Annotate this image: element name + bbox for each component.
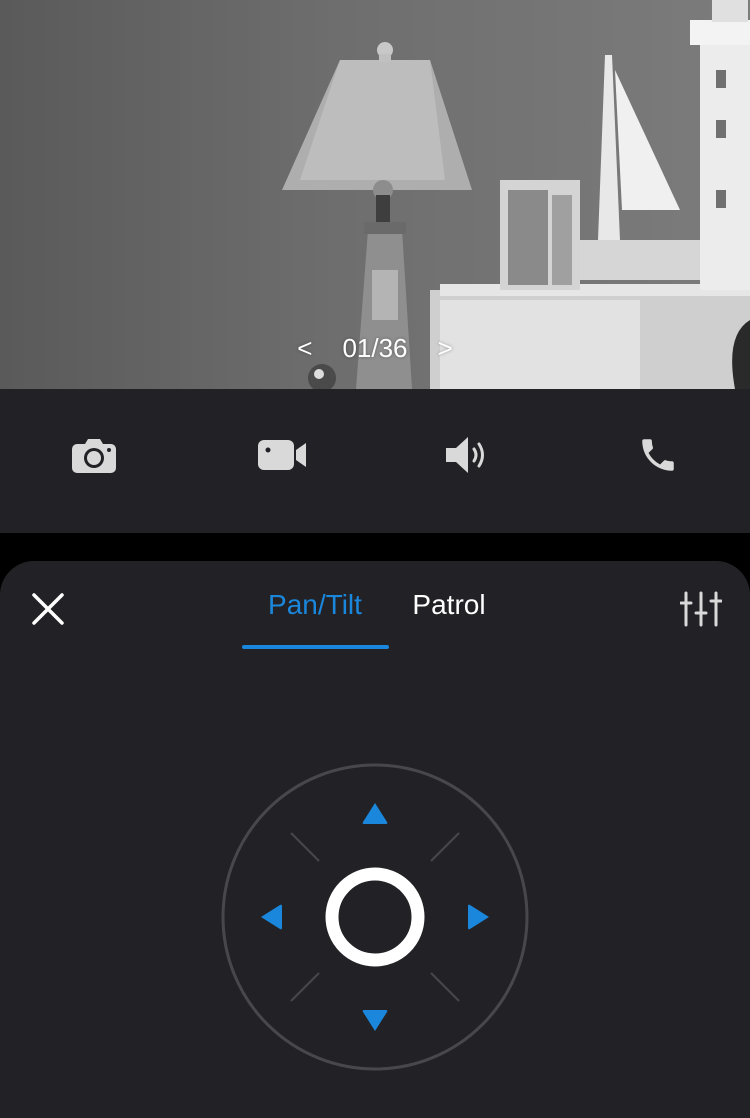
pan-up-button[interactable]: [362, 803, 388, 824]
tab-patrol[interactable]: Patrol: [400, 585, 498, 625]
settings-button[interactable]: [679, 589, 726, 629]
pan-right-button[interactable]: [468, 904, 489, 930]
audio-button[interactable]: [438, 425, 498, 485]
arrow-up-icon: [362, 803, 388, 824]
active-tab-indicator: [242, 645, 389, 649]
divider-line: [430, 972, 460, 1002]
sliders-icon: [679, 591, 723, 627]
joystick-center-button[interactable]: [325, 867, 425, 967]
ptz-joystick[interactable]: [219, 761, 531, 1073]
arrow-right-icon: [468, 904, 489, 930]
call-button[interactable]: [628, 425, 688, 485]
ptz-panel: Pan/Tilt Patrol: [0, 561, 750, 1118]
video-camera-icon: [258, 440, 306, 470]
recording-pager: < 01/36 >: [0, 330, 750, 366]
previous-arrow[interactable]: <: [293, 333, 316, 364]
next-arrow[interactable]: >: [434, 333, 457, 364]
camera-icon: [72, 439, 116, 473]
snapshot-button[interactable]: [64, 425, 124, 485]
tab-pan-tilt[interactable]: Pan/Tilt: [242, 585, 388, 625]
divider-line: [430, 832, 460, 862]
phone-icon: [642, 439, 674, 471]
camera-feed[interactable]: < 01/36 >: [0, 0, 750, 389]
speaker-icon: [446, 437, 484, 473]
divider-line: [290, 832, 320, 862]
record-button[interactable]: [252, 425, 312, 485]
pager-counter: 01/36: [342, 332, 408, 363]
arrow-left-icon: [261, 904, 282, 930]
close-icon: [32, 593, 64, 625]
control-bar: [0, 389, 750, 533]
close-button[interactable]: [28, 589, 68, 629]
pan-down-button[interactable]: [362, 1010, 388, 1031]
arrow-down-icon: [362, 1010, 388, 1031]
pan-left-button[interactable]: [261, 904, 282, 930]
divider-line: [290, 972, 320, 1002]
